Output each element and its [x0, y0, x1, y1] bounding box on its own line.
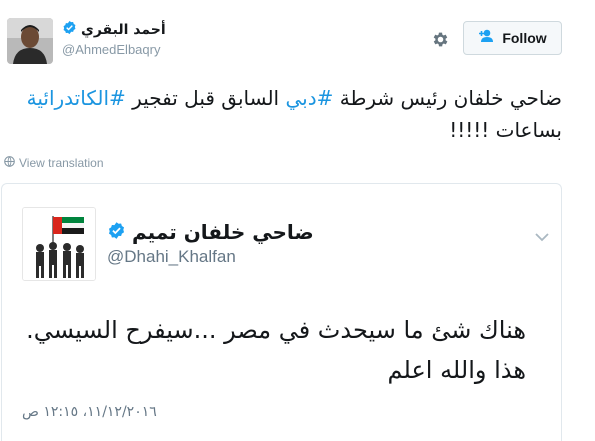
embedded-tweet-text: هناك شئ ما سيحدث في مصر ...سيفرح السيسي.…	[22, 310, 526, 390]
chevron-down-icon	[534, 228, 550, 242]
embedded-author-name: ضاحي خلفان تميم	[132, 220, 314, 244]
tweet-text: ضاحي خلفان رئيس شرطة #دبي السابق قبل تفج…	[14, 82, 562, 146]
follow-button[interactable]: Follow	[463, 21, 562, 55]
embedded-text-line: هذا والله اعلم	[387, 356, 526, 384]
view-translation-label: View translation	[19, 156, 104, 170]
author-name[interactable]: أحمد البقري	[81, 22, 166, 38]
add-user-icon	[478, 29, 496, 48]
tweet-text-part: بساعات !!!!!	[449, 118, 562, 142]
embedded-author-handle: @Dhahi_Khalfan	[107, 247, 236, 266]
embedded-author-info: ضاحي خلفان تميم @Dhahi_Khalfan	[107, 220, 314, 267]
view-translation-link[interactable]: View translation	[4, 156, 104, 170]
verified-badge-icon	[107, 221, 126, 244]
author-handle[interactable]: @AhmedElbaqry	[62, 42, 166, 57]
author-info: أحمد البقري @AhmedElbaqry	[62, 20, 166, 57]
tweet-text-part: ضاحي خلفان رئيس شرطة	[333, 86, 562, 110]
follow-label: Follow	[502, 30, 547, 46]
author-avatar[interactable]	[7, 18, 53, 64]
hashtag-link[interactable]: #الكاتدرائية	[27, 86, 126, 110]
gear-icon[interactable]	[429, 28, 451, 50]
embedded-tweet-image[interactable]: ضاحي خلفان تميم @Dhahi_Khalfan هناك شئ م…	[1, 183, 562, 441]
verified-badge-icon	[62, 20, 77, 39]
hashtag-link[interactable]: #دبي	[285, 86, 333, 110]
globe-icon	[4, 156, 15, 170]
embedded-text-line: هناك شئ ما سيحدث في مصر ...سيفرح السيسي.	[26, 316, 526, 344]
embedded-timestamp: ١١/١٢/٢٠١٦، ١٢:١٥ ص	[22, 404, 157, 420]
tweet-text-part: السابق قبل تفجير	[125, 86, 286, 110]
embedded-author-avatar	[22, 207, 96, 281]
